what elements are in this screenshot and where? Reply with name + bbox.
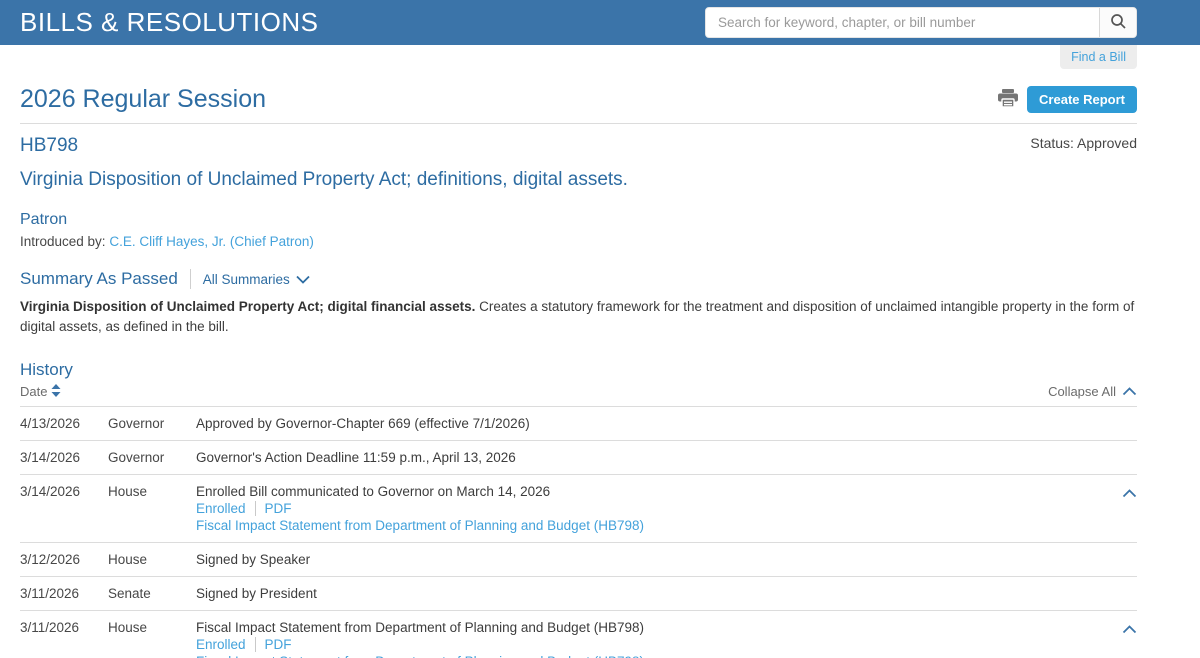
history-body: Fiscal Impact Statement from Department … (196, 620, 1113, 658)
history-date: 3/14/2026 (20, 483, 81, 499)
all-summaries-dropdown[interactable]: All Summaries (203, 272, 310, 287)
collapse-row-button[interactable] (1113, 620, 1137, 637)
history-description: Enrolled Bill communicated to Governor o… (196, 483, 551, 499)
summary-header: Summary As Passed All Summaries (20, 269, 1137, 289)
session-header: 2026 Regular Session Create Report (20, 85, 1137, 124)
history-chamber: House (108, 483, 148, 499)
collapse-all-button[interactable]: Collapse All (1048, 384, 1137, 399)
history-links: Enrolled PDF Fiscal Impact Statement fro… (196, 636, 1113, 658)
enrolled-link[interactable]: Enrolled (196, 501, 246, 516)
chevron-up-icon (1122, 384, 1137, 399)
session-actions: Create Report (997, 86, 1137, 113)
collapse-row-button[interactable] (1113, 484, 1137, 501)
history-body: Governor's Action Deadline 11:59 p.m., A… (196, 450, 1137, 465)
search-icon (1110, 13, 1127, 33)
search-button[interactable] (1099, 8, 1136, 37)
history-description: Signed by President (196, 585, 317, 601)
history-heading: History (20, 359, 73, 379)
bill-number: HB798 (20, 135, 79, 156)
history-chamber: Governor (108, 449, 165, 465)
history-description: Fiscal Impact Statement from Department … (196, 619, 644, 635)
vertical-divider (189, 269, 191, 289)
chevron-down-icon (296, 272, 310, 287)
history-row: 3/14/2026 House Enrolled Bill communicat… (20, 473, 1137, 542)
search-control (705, 7, 1137, 38)
pdf-link[interactable]: PDF (265, 501, 292, 516)
chevron-up-icon (1122, 622, 1137, 637)
find-a-bill-link[interactable]: Find a Bill (1060, 45, 1137, 69)
fiscal-link-line: Fiscal Impact Statement from Department … (196, 518, 1113, 533)
introduced-line: Introduced by: C.E. Cliff Hayes, Jr. (Ch… (20, 234, 1137, 249)
session-title: 2026 Regular Session (20, 85, 266, 113)
main-content: 2026 Regular Session Create Report HB798… (0, 69, 1200, 658)
history-date: 3/11/2026 (20, 585, 80, 601)
history-rows: 4/13/2026 Governor Approved by Governor-… (20, 405, 1137, 658)
history-date: 3/12/2026 (20, 551, 81, 567)
top-bar: BILLS & RESOLUTIONS (0, 0, 1200, 45)
history-row: 3/12/2026 House Signed by Speaker (20, 541, 1137, 576)
print-icon (997, 88, 1019, 111)
summary-heading: Summary As Passed (20, 269, 178, 288)
fiscal-impact-link[interactable]: Fiscal Impact Statement from Department … (196, 518, 644, 533)
summary-lead: Virginia Disposition of Unclaimed Proper… (20, 299, 476, 314)
history-body: Enrolled Bill communicated to Governor o… (196, 484, 1113, 533)
link-divider (254, 636, 256, 652)
history-row: 3/11/2026 Senate Signed by President (20, 575, 1137, 610)
document-links: Enrolled PDF (196, 500, 1113, 516)
history-links: Enrolled PDF Fiscal Impact Statement fro… (196, 500, 1113, 533)
bill-header: HB798 Status: Approved (20, 135, 1137, 157)
history-body: Signed by President (196, 586, 1137, 601)
history-row: 4/13/2026 Governor Approved by Governor-… (20, 405, 1137, 440)
bill-title: Virginia Disposition of Unclaimed Proper… (20, 169, 628, 190)
history-chamber: Senate (108, 585, 151, 601)
history-chamber: House (108, 551, 148, 567)
print-button[interactable] (997, 88, 1019, 111)
history-date: 3/14/2026 (20, 449, 81, 465)
history-description: Signed by Speaker (196, 551, 311, 567)
history-body: Signed by Speaker (196, 552, 1137, 567)
summary-text: Virginia Disposition of Unclaimed Proper… (20, 297, 1137, 338)
history-row: 3/14/2026 Governor Governor's Action Dea… (20, 439, 1137, 474)
patron-heading: Patron (20, 211, 68, 228)
chief-patron-link[interactable]: C.E. Cliff Hayes, Jr. (Chief Patron) (109, 234, 314, 249)
document-links: Enrolled PDF (196, 636, 1113, 652)
status-text: Status: Approved (1030, 135, 1137, 151)
link-divider (254, 500, 256, 516)
fiscal-impact-link[interactable]: Fiscal Impact Statement from Department … (196, 654, 644, 658)
history-chamber: Governor (108, 415, 165, 431)
fiscal-link-line: Fiscal Impact Statement from Department … (196, 654, 1113, 658)
all-summaries-label: All Summaries (202, 271, 290, 287)
sort-by-date[interactable]: Date (20, 383, 61, 400)
enrolled-link[interactable]: Enrolled (196, 637, 246, 652)
create-report-button[interactable]: Create Report (1027, 86, 1137, 113)
history-description: Governor's Action Deadline 11:59 p.m., A… (196, 449, 516, 465)
history-body: Approved by Governor-Chapter 669 (effect… (196, 416, 1137, 431)
page-title: BILLS & RESOLUTIONS (20, 7, 319, 37)
history-sort-row: Date Collapse All (20, 383, 1137, 406)
history-row: 3/11/2026 House Fiscal Impact Statement … (20, 609, 1137, 658)
find-a-bill-row: Find a Bill (0, 45, 1200, 69)
sort-arrows-icon (51, 383, 61, 400)
chevron-up-icon (1122, 486, 1137, 501)
history-chamber: House (108, 619, 148, 635)
search-input[interactable] (706, 8, 1099, 37)
sort-date-label: Date (20, 384, 48, 399)
introduced-by-label: Introduced by: (20, 234, 106, 249)
pdf-link[interactable]: PDF (265, 637, 292, 652)
history-description: Approved by Governor-Chapter 669 (effect… (196, 415, 530, 431)
history-date: 4/13/2026 (20, 415, 81, 431)
collapse-all-label: Collapse All (1048, 384, 1116, 399)
history-date: 3/11/2026 (20, 619, 80, 635)
